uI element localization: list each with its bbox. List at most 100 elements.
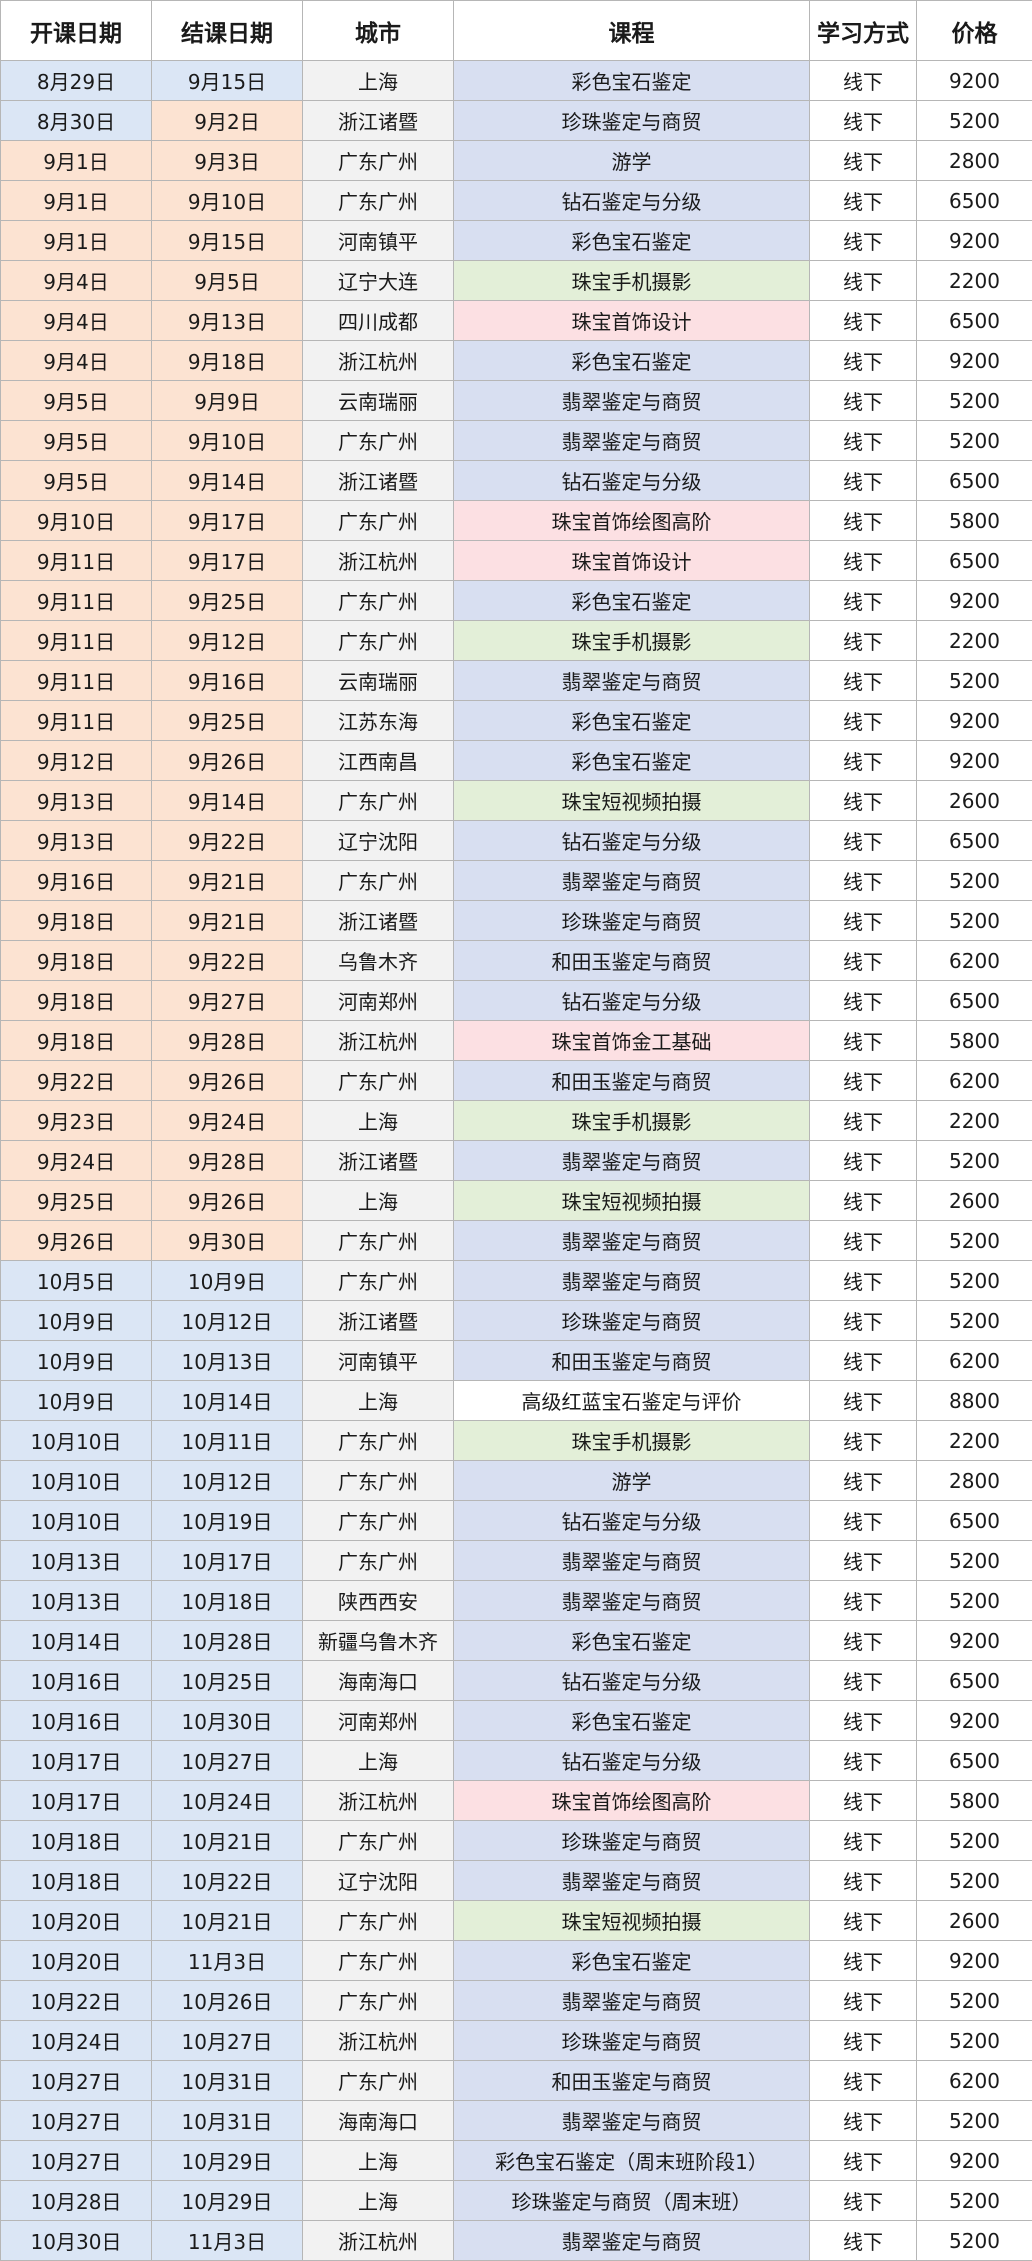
city-cell[interactable]: 广东广州 — [302, 1540, 454, 1581]
end-date-cell[interactable]: 10月31日 — [151, 2060, 303, 2101]
start-date-cell[interactable]: 9月5日 — [0, 420, 152, 461]
study-mode-cell[interactable]: 线下 — [809, 1620, 917, 1661]
study-mode-cell[interactable]: 线下 — [809, 2020, 917, 2061]
start-date-cell[interactable]: 10月16日 — [0, 1660, 152, 1701]
price-cell[interactable]: 5800 — [916, 500, 1032, 541]
city-cell[interactable]: 浙江诸暨 — [302, 460, 454, 501]
city-cell[interactable]: 浙江诸暨 — [302, 100, 454, 141]
start-date-cell[interactable]: 9月18日 — [0, 980, 152, 1021]
course-cell[interactable]: 钻石鉴定与分级 — [453, 180, 810, 221]
study-mode-cell[interactable]: 线下 — [809, 780, 917, 821]
price-cell[interactable]: 2600 — [916, 780, 1032, 821]
price-cell[interactable]: 5200 — [916, 1300, 1032, 1341]
header-course[interactable]: 课程 — [453, 0, 810, 61]
price-cell[interactable]: 5200 — [916, 100, 1032, 141]
study-mode-cell[interactable]: 线下 — [809, 300, 917, 341]
study-mode-cell[interactable]: 线下 — [809, 1020, 917, 1061]
course-cell[interactable]: 珠宝首饰设计 — [453, 300, 810, 341]
study-mode-cell[interactable]: 线下 — [809, 1860, 917, 1901]
course-cell[interactable]: 珍珠鉴定与商贸 — [453, 2020, 810, 2061]
study-mode-cell[interactable]: 线下 — [809, 740, 917, 781]
end-date-cell[interactable]: 10月18日 — [151, 1580, 303, 1621]
city-cell[interactable]: 广东广州 — [302, 1060, 454, 1101]
price-cell[interactable]: 5200 — [916, 1980, 1032, 2021]
start-date-cell[interactable]: 9月16日 — [0, 860, 152, 901]
course-cell[interactable]: 珠宝首饰设计 — [453, 540, 810, 581]
city-cell[interactable]: 河南镇平 — [302, 220, 454, 261]
city-cell[interactable]: 河南镇平 — [302, 1340, 454, 1381]
course-cell[interactable]: 珠宝手机摄影 — [453, 260, 810, 301]
course-cell[interactable]: 翡翠鉴定与商贸 — [453, 380, 810, 421]
course-cell[interactable]: 彩色宝石鉴定 — [453, 1620, 810, 1661]
course-cell[interactable]: 翡翠鉴定与商贸 — [453, 860, 810, 901]
city-cell[interactable]: 浙江诸暨 — [302, 1140, 454, 1181]
end-date-cell[interactable]: 9月9日 — [151, 380, 303, 421]
start-date-cell[interactable]: 9月5日 — [0, 460, 152, 501]
end-date-cell[interactable]: 9月21日 — [151, 900, 303, 941]
study-mode-cell[interactable]: 线下 — [809, 540, 917, 581]
end-date-cell[interactable]: 10月14日 — [151, 1380, 303, 1421]
course-cell[interactable]: 彩色宝石鉴定 — [453, 740, 810, 781]
study-mode-cell[interactable]: 线下 — [809, 100, 917, 141]
study-mode-cell[interactable]: 线下 — [809, 180, 917, 221]
end-date-cell[interactable]: 9月12日 — [151, 620, 303, 661]
study-mode-cell[interactable]: 线下 — [809, 420, 917, 461]
start-date-cell[interactable]: 10月9日 — [0, 1380, 152, 1421]
city-cell[interactable]: 广东广州 — [302, 1500, 454, 1541]
course-cell[interactable]: 珍珠鉴定与商贸 — [453, 100, 810, 141]
end-date-cell[interactable]: 9月25日 — [151, 700, 303, 741]
city-cell[interactable]: 四川成都 — [302, 300, 454, 341]
price-cell[interactable]: 5200 — [916, 2180, 1032, 2221]
start-date-cell[interactable]: 9月10日 — [0, 500, 152, 541]
study-mode-cell[interactable]: 线下 — [809, 700, 917, 741]
study-mode-cell[interactable]: 线下 — [809, 1380, 917, 1421]
study-mode-cell[interactable]: 线下 — [809, 60, 917, 101]
study-mode-cell[interactable]: 线下 — [809, 2060, 917, 2101]
study-mode-cell[interactable]: 线下 — [809, 1740, 917, 1781]
end-date-cell[interactable]: 9月24日 — [151, 1100, 303, 1141]
course-cell[interactable]: 和田玉鉴定与商贸 — [453, 2060, 810, 2101]
start-date-cell[interactable]: 9月11日 — [0, 700, 152, 741]
start-date-cell[interactable]: 9月18日 — [0, 1020, 152, 1061]
city-cell[interactable]: 辽宁沈阳 — [302, 1860, 454, 1901]
course-cell[interactable]: 翡翠鉴定与商贸 — [453, 1140, 810, 1181]
start-date-cell[interactable]: 10月27日 — [0, 2100, 152, 2141]
end-date-cell[interactable]: 9月18日 — [151, 340, 303, 381]
city-cell[interactable]: 广东广州 — [302, 1820, 454, 1861]
price-cell[interactable]: 5200 — [916, 420, 1032, 461]
city-cell[interactable]: 云南瑞丽 — [302, 660, 454, 701]
end-date-cell[interactable]: 10月19日 — [151, 1500, 303, 1541]
course-cell[interactable]: 彩色宝石鉴定（周末班阶段1） — [453, 2140, 810, 2181]
study-mode-cell[interactable]: 线下 — [809, 260, 917, 301]
study-mode-cell[interactable]: 线下 — [809, 1260, 917, 1301]
study-mode-cell[interactable]: 线下 — [809, 580, 917, 621]
course-cell[interactable]: 和田玉鉴定与商贸 — [453, 1340, 810, 1381]
end-date-cell[interactable]: 9月28日 — [151, 1020, 303, 1061]
city-cell[interactable]: 上海 — [302, 2140, 454, 2181]
course-cell[interactable]: 彩色宝石鉴定 — [453, 1940, 810, 1981]
end-date-cell[interactable]: 10月21日 — [151, 1900, 303, 1941]
course-cell[interactable]: 钻石鉴定与分级 — [453, 1740, 810, 1781]
end-date-cell[interactable]: 9月13日 — [151, 300, 303, 341]
price-cell[interactable]: 5800 — [916, 1780, 1032, 1821]
price-cell[interactable]: 6500 — [916, 540, 1032, 581]
city-cell[interactable]: 江苏东海 — [302, 700, 454, 741]
city-cell[interactable]: 广东广州 — [302, 1460, 454, 1501]
price-cell[interactable]: 5200 — [916, 1820, 1032, 1861]
city-cell[interactable]: 上海 — [302, 1380, 454, 1421]
study-mode-cell[interactable]: 线下 — [809, 1820, 917, 1861]
study-mode-cell[interactable]: 线下 — [809, 220, 917, 261]
end-date-cell[interactable]: 10月27日 — [151, 1740, 303, 1781]
end-date-cell[interactable]: 10月9日 — [151, 1260, 303, 1301]
study-mode-cell[interactable]: 线下 — [809, 2180, 917, 2221]
end-date-cell[interactable]: 10月31日 — [151, 2100, 303, 2141]
price-cell[interactable]: 5200 — [916, 1540, 1032, 1581]
end-date-cell[interactable]: 9月16日 — [151, 660, 303, 701]
start-date-cell[interactable]: 9月22日 — [0, 1060, 152, 1101]
start-date-cell[interactable]: 9月25日 — [0, 1180, 152, 1221]
start-date-cell[interactable]: 10月30日 — [0, 2220, 152, 2261]
end-date-cell[interactable]: 10月22日 — [151, 1860, 303, 1901]
price-cell[interactable]: 5200 — [916, 860, 1032, 901]
study-mode-cell[interactable]: 线下 — [809, 380, 917, 421]
start-date-cell[interactable]: 9月24日 — [0, 1140, 152, 1181]
